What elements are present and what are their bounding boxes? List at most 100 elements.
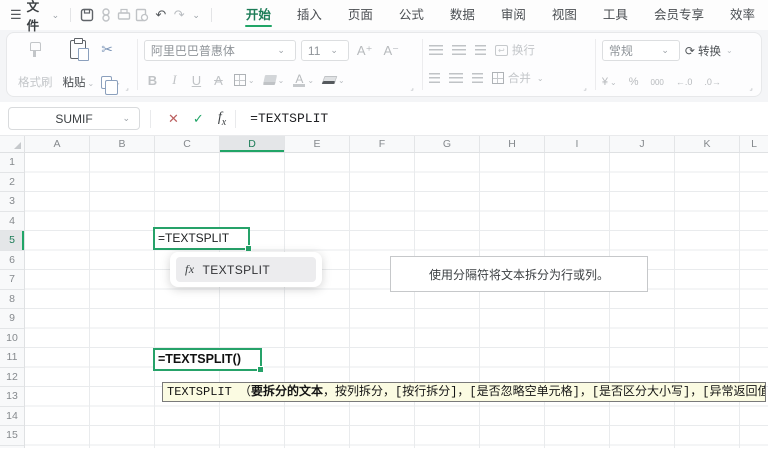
align-bottom-icon[interactable] [474, 45, 486, 55]
cancel-icon[interactable]: ✕ [161, 111, 186, 127]
divider [70, 8, 71, 22]
number-format-select[interactable]: 常规 ⌄ [601, 40, 680, 61]
font-group: 阿里巴巴普惠体 ⌄ 11 ⌄ A⁺ A⁻ B I U A ⌄ ⌄ A ⌄ ⌄ ⌄ [143, 37, 417, 94]
column-header-L[interactable]: L [740, 136, 768, 152]
borders-button[interactable]: ⌄ [232, 74, 257, 86]
tab-6[interactable]: 视图 [539, 1, 590, 29]
name-box[interactable]: SUMIF ⌄ [8, 107, 140, 130]
file-chevron-icon[interactable]: ⌄ [52, 10, 60, 21]
column-header-A[interactable]: A [25, 136, 90, 152]
strikethrough-button[interactable]: A [210, 73, 227, 88]
cells-area[interactable] [25, 153, 768, 448]
decrease-decimal-button[interactable]: .0→ [704, 77, 721, 87]
signature-suffix: ，按列拆分，[按行拆分]，[是否忽略空单元格]，[是否区分大小写]，[异常返回值… [323, 385, 766, 399]
row-header-5[interactable]: 5 [0, 231, 24, 251]
underline-button[interactable]: U [188, 73, 205, 88]
row-header-9[interactable]: 9 [0, 309, 24, 329]
cut-icon[interactable]: ✂ [101, 41, 121, 58]
row-header-14[interactable]: 14 [0, 407, 24, 426]
save-icon[interactable] [78, 4, 96, 26]
paste-button[interactable]: 粘贴 ⌄ [58, 37, 100, 92]
redo-icon[interactable]: ↷ [170, 4, 188, 26]
confirm-icon[interactable]: ✓ [186, 111, 211, 127]
eraser-button[interactable]: ⌄ [321, 76, 347, 85]
row-header-12[interactable]: 12 [0, 368, 24, 387]
column-header-C[interactable]: C [155, 136, 220, 152]
row-header-10[interactable]: 10 [0, 329, 24, 348]
formula-input[interactable]: =TEXTSPLIT [250, 111, 328, 126]
thousands-button[interactable]: 000 [651, 78, 664, 87]
row-header-7[interactable]: 7 [0, 270, 24, 290]
align-middle-icon[interactable] [451, 45, 466, 55]
select-all-corner[interactable] [0, 136, 25, 153]
currency-button[interactable]: ¥ ⌄ [602, 76, 617, 88]
cell-c5-editing[interactable]: =TEXTSPLIT [153, 227, 252, 252]
row-header-8[interactable]: 8 [0, 290, 24, 309]
align-right-icon[interactable] [471, 73, 483, 83]
row-header-6[interactable]: 6 [0, 251, 24, 270]
decrease-font-button[interactable]: A⁻ [380, 43, 402, 59]
column-header-B[interactable]: B [90, 136, 155, 152]
eraser-icon [321, 76, 338, 84]
align-center-icon[interactable] [448, 73, 463, 83]
tab-7[interactable]: 工具 [590, 1, 641, 29]
history-chevron-icon[interactable]: ⌄ [192, 10, 200, 21]
column-header-K[interactable]: K [675, 136, 740, 152]
autocomplete-item-textsplit[interactable]: fx TEXTSPLIT [176, 257, 316, 282]
row-header-1[interactable]: 1 [0, 153, 24, 173]
column-header-J[interactable]: J [610, 136, 675, 152]
hamburger-icon[interactable]: ☰ [10, 7, 22, 23]
merge-cells-button[interactable]: 合并 ⌄ [491, 70, 544, 86]
fill-color-button[interactable]: ⌄ [262, 75, 287, 85]
wrap-text-button[interactable]: ↩ 换行 [494, 42, 535, 58]
tab-3[interactable]: 公式 [386, 1, 437, 29]
print-preview-icon[interactable] [133, 4, 151, 26]
column-header-H[interactable]: H [480, 136, 545, 152]
tab-0[interactable]: 开始 [233, 1, 284, 29]
row-header-15[interactable]: 15 [0, 426, 24, 446]
bold-button[interactable]: B [144, 73, 161, 88]
file-menu[interactable]: 文件 [27, 0, 48, 34]
dialog-launcher-icon[interactable]: ⌄ [121, 83, 132, 94]
tab-1[interactable]: 插入 [284, 1, 335, 29]
row-headers: 1 2 3 4 5 6 7 8 9 10 11 12 13 14 15 [0, 153, 25, 448]
row-header-3[interactable]: 3 [0, 192, 24, 212]
column-headers: ABCDEFGHIJKL [25, 136, 768, 153]
cell-c11-editing[interactable]: =TEXTSPLIT() [153, 348, 264, 373]
align-top-icon[interactable] [428, 45, 443, 55]
convert-button[interactable]: ⟳ 转换 ⌄ [685, 43, 733, 59]
tab-8[interactable]: 会员专享 [641, 1, 717, 29]
increase-font-button[interactable]: A⁺ [354, 43, 376, 59]
column-header-D[interactable]: D [220, 136, 285, 152]
function-autocomplete-popup: fx TEXTSPLIT [170, 252, 322, 287]
chevron-down-icon: ⌄ [307, 75, 315, 85]
row-header-11[interactable]: 11 [0, 348, 24, 368]
row-header-2[interactable]: 2 [0, 173, 24, 192]
wrap-text-label: 换行 [511, 45, 535, 57]
column-header-G[interactable]: G [415, 136, 480, 152]
percent-button[interactable]: % [629, 76, 639, 88]
link-icon[interactable] [96, 4, 114, 26]
tab-9[interactable]: 效率 [717, 1, 768, 29]
column-header-F[interactable]: F [350, 136, 415, 152]
increase-decimal-button[interactable]: ←.0 [676, 77, 693, 87]
italic-button[interactable]: I [166, 72, 183, 88]
tab-2[interactable]: 页面 [335, 1, 386, 29]
align-left-icon[interactable] [428, 73, 440, 83]
tab-4[interactable]: 数据 [437, 1, 488, 29]
font-name-select[interactable]: 阿里巴巴普惠体 ⌄ [143, 40, 296, 61]
undo-icon[interactable]: ↶ [152, 4, 170, 26]
font-size-select[interactable]: 11 ⌄ [300, 40, 349, 61]
print-icon[interactable] [115, 4, 133, 26]
row-header-13[interactable]: 13 [0, 387, 24, 407]
row-header-4[interactable]: 4 [0, 212, 24, 231]
column-header-I[interactable]: I [545, 136, 610, 152]
insert-function-icon[interactable]: fx [211, 110, 233, 128]
ribbon-tabs: 开始 插入 页面 公式 数据 审阅 视图 工具 会员专享 效率 [233, 0, 768, 30]
format-painter-button[interactable]: 格式刷 [13, 37, 58, 92]
tab-5[interactable]: 审阅 [488, 1, 539, 29]
font-color-button[interactable]: A ⌄ [291, 73, 316, 87]
column-header-E[interactable]: E [285, 136, 350, 152]
divider [421, 39, 423, 90]
copy-button[interactable]: ⌄ [101, 76, 121, 95]
